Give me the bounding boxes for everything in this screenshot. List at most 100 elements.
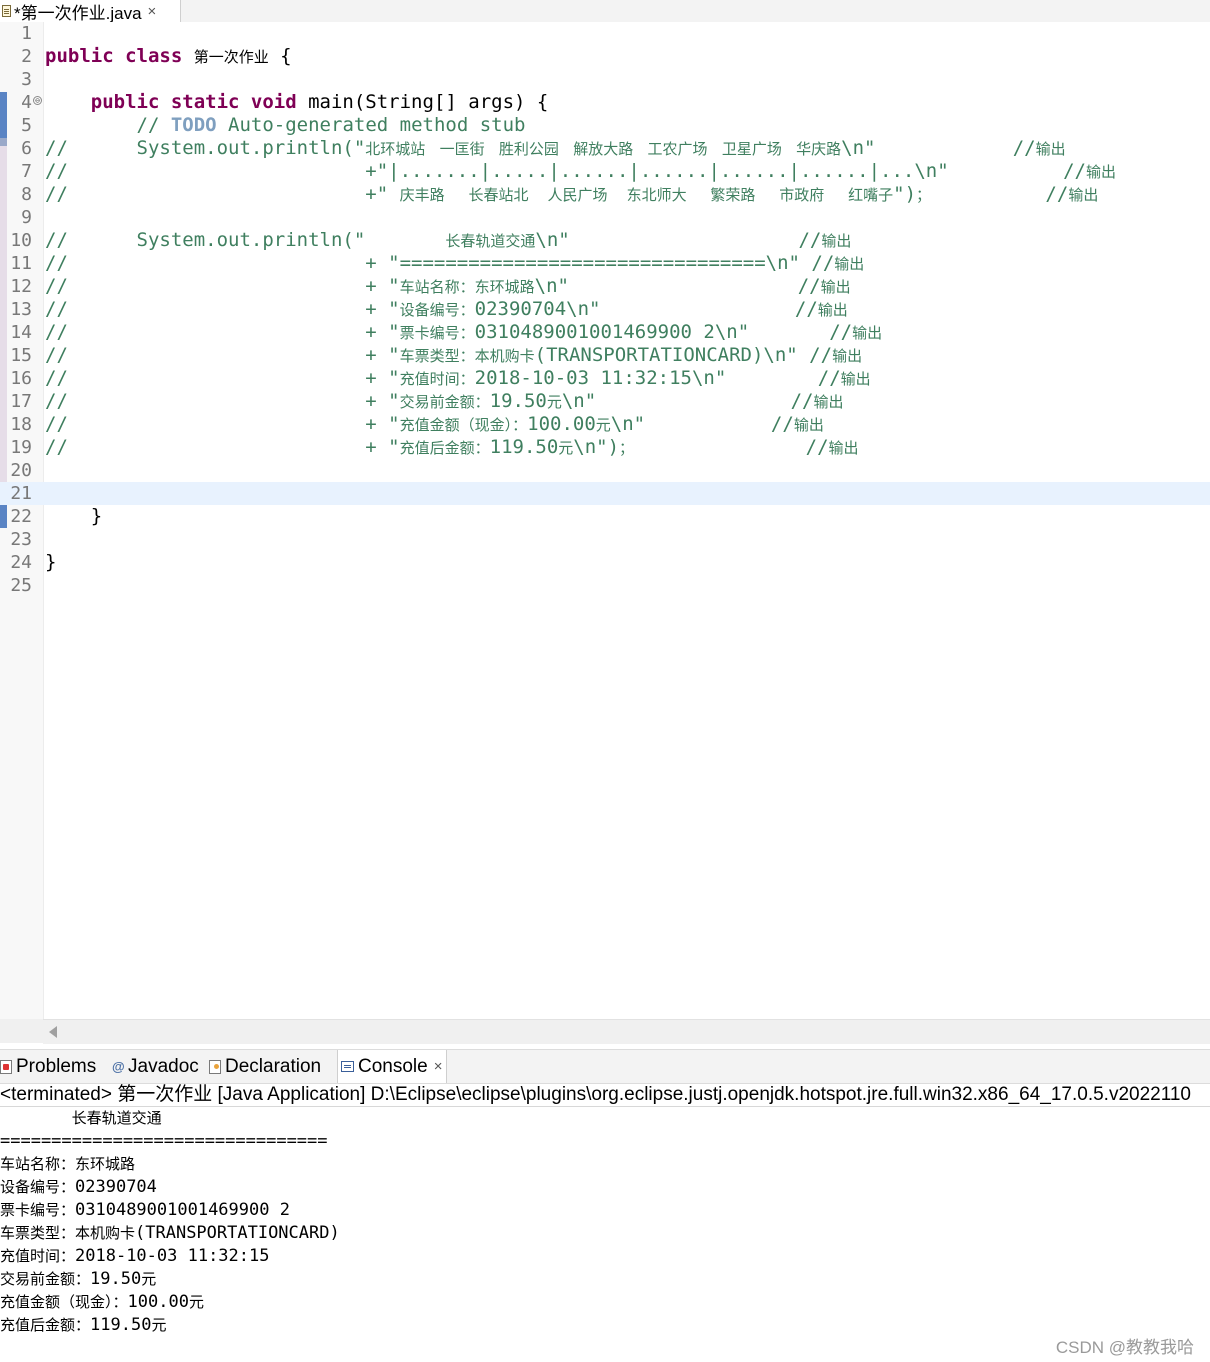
console-line: 车站名称：东环城路: [0, 1153, 135, 1176]
code-token: 北环城站 一匡街 胜利公园 解放大路 工农广场 卫星广场 华庆路: [365, 140, 842, 158]
code-line[interactable]: 11 // + "================================…: [0, 252, 1210, 275]
code-line[interactable]: 20: [0, 459, 1210, 482]
console-text: 119.50: [90, 1315, 152, 1335]
code-line[interactable]: 13 // + "设备编号：02390704\n" //输出: [0, 298, 1210, 321]
line-number: 4: [21, 92, 32, 113]
code-token: 输出: [813, 393, 844, 411]
line-number: 18: [10, 414, 32, 435]
code-token: 输出: [820, 278, 851, 296]
line-number: 25: [10, 575, 32, 596]
line-number: 17: [10, 391, 32, 412]
code-line[interactable]: 12 // + "车站名称：东环城路\n" //输出: [0, 275, 1210, 298]
tab-problems[interactable]: Problems: [0, 1050, 96, 1083]
code-token: 东环城路: [474, 278, 535, 296]
console-text: ================================: [0, 1131, 328, 1151]
horizontal-scrollbar[interactable]: [43, 1019, 1210, 1044]
code-line[interactable]: 18 // + "充值金额（现金）：100.00元\n" //输出: [0, 413, 1210, 436]
console-icon: [341, 1061, 354, 1072]
line-number: 5: [21, 115, 32, 136]
scroll-left-icon[interactable]: [49, 1026, 57, 1038]
current-line[interactable]: 21: [0, 482, 1210, 505]
code-line[interactable]: 25: [0, 574, 1210, 597]
editor-tab-bar: *第一次作业.java ×: [0, 0, 1210, 23]
code-text: // + "================================\n…: [45, 252, 864, 276]
console-text: (TRANSPORTATIONCARD): [135, 1223, 340, 1243]
code-token: //: [634, 436, 829, 458]
console-text: 票卡编号：: [0, 1201, 76, 1219]
problems-icon: [0, 1059, 12, 1074]
code-token: \n" //: [534, 275, 821, 297]
tab-problems-label: Problems: [16, 1055, 97, 1077]
code-line[interactable]: 8 // +" 庆丰路 长春站北 人民广场 东北师大 繁荣路 市政府 红嘴子")；…: [0, 183, 1210, 206]
code-line[interactable]: 1: [0, 22, 1210, 45]
code-line[interactable]: 17 // + "交易前金额：19.50元\n" //输出: [0, 390, 1210, 413]
code-line[interactable]: 16 // + "充值时间：2018-10-03 11:32:15\n" //输出: [0, 367, 1210, 390]
code-line[interactable]: 10 // System.out.println(" 长春轨道交通\n" //输出: [0, 229, 1210, 252]
code-line[interactable]: 2 public class 第一次作业 {: [0, 45, 1210, 68]
code-token: 车站名称：: [399, 278, 475, 296]
code-line[interactable]: 6 // System.out.println("北环城站 一匡街 胜利公园 解放…: [0, 137, 1210, 160]
code-token: 充值后金额：: [399, 439, 490, 457]
console-text: 元: [151, 1316, 167, 1334]
code-line[interactable]: 4 ⊖ public static void main(String[] args…: [0, 91, 1210, 114]
code-token: // + ": [45, 390, 400, 412]
tab-declaration[interactable]: Declaration: [209, 1050, 321, 1083]
code-line[interactable]: 7 // +"|.......|.....|......|......|.....…: [0, 160, 1210, 183]
line-number: 1: [21, 23, 32, 44]
console-text: 19.50: [90, 1269, 142, 1289]
code-line[interactable]: 23: [0, 528, 1210, 551]
console-line: 车票类型：本机购卡(TRANSPORTATIONCARD): [0, 1222, 340, 1245]
code-token: }: [45, 505, 103, 527]
line-number: 24: [10, 552, 32, 573]
code-token: // + ": [45, 321, 400, 343]
fold-collapse-icon[interactable]: ⊖: [33, 96, 42, 105]
code-token: 2018-10-03 11:32:15\n" //: [474, 367, 841, 389]
close-icon[interactable]: ×: [148, 3, 157, 20]
declaration-icon: [209, 1059, 221, 1074]
console-text: 02390704: [75, 1177, 157, 1197]
code-line[interactable]: 5 // TODO Auto-generated method stub: [0, 114, 1210, 137]
code-token: 第一次作业: [193, 48, 269, 66]
code-line[interactable]: 15 // + "车票类型：本机购卡(TRANSPORTATIONCARD)\n"…: [0, 344, 1210, 367]
code-line[interactable]: 22 }: [0, 505, 1210, 528]
code-line[interactable]: 19 // + "充值后金额：119.50元\n")； //输出: [0, 436, 1210, 459]
line-number: 15: [10, 345, 32, 366]
console-text: 元: [188, 1293, 204, 1311]
code-line[interactable]: 24}: [0, 551, 1210, 574]
line-number: 20: [10, 460, 32, 481]
code-line[interactable]: 14 // + "票卡编号：0310489001001469900 2\n" //…: [0, 321, 1210, 344]
code-text: // +"|.......|.....|......|......|......…: [45, 160, 1116, 184]
line-number: 3: [21, 69, 32, 90]
code-token: (TRANSPORTATIONCARD)\n" //: [534, 344, 833, 366]
code-token: {: [268, 45, 292, 67]
line-number: 14: [10, 322, 32, 343]
code-token: 元: [546, 393, 562, 411]
console-line: 设备编号：02390704: [0, 1176, 157, 1199]
code-editor[interactable]: 1 2 public class 第一次作业 {3 4 ⊖ public static …: [0, 22, 1210, 1019]
code-token: \n" //: [535, 229, 822, 251]
console-text: 充值后金额：: [0, 1316, 91, 1334]
line-number: 11: [10, 253, 32, 274]
code-token: 元: [595, 416, 611, 434]
code-line[interactable]: 9: [0, 206, 1210, 229]
tab-javadoc[interactable]: @ Javadoc: [112, 1050, 199, 1083]
code-token: 100.00: [527, 413, 596, 435]
code-token: 输出: [1068, 186, 1099, 204]
code-token: // + ": [45, 344, 400, 366]
console-text: 充值时间：: [0, 1247, 76, 1265]
code-text: // TODO Auto-generated method stub: [45, 114, 526, 137]
code-token: 输出: [821, 232, 852, 250]
code-token: 0310489001001469900 2\n" //: [474, 321, 853, 343]
code-token: // System.out.println(": [45, 229, 446, 251]
console-text: 充值金额（现金）：: [0, 1293, 128, 1311]
console-line: 长春轨道交通: [0, 1107, 162, 1130]
code-text: // + "票卡编号：0310489001001469900 2\n" //输出: [45, 321, 882, 345]
code-token: 输出: [828, 439, 859, 457]
editor-tab-java-file[interactable]: *第一次作业.java ×: [0, 0, 181, 23]
tab-console[interactable]: Console ×: [337, 1050, 448, 1083]
code-text: // + "充值金额（现金）：100.00元\n" //输出: [45, 413, 824, 437]
console-launch-description: <terminated> 第一次作业 [Java Application] D:…: [0, 1083, 1210, 1107]
close-icon[interactable]: ×: [434, 1058, 443, 1075]
code-line[interactable]: 3: [0, 68, 1210, 91]
views-tab-bar: Problems @ Javadoc Declaration Console ×: [0, 1049, 1210, 1084]
